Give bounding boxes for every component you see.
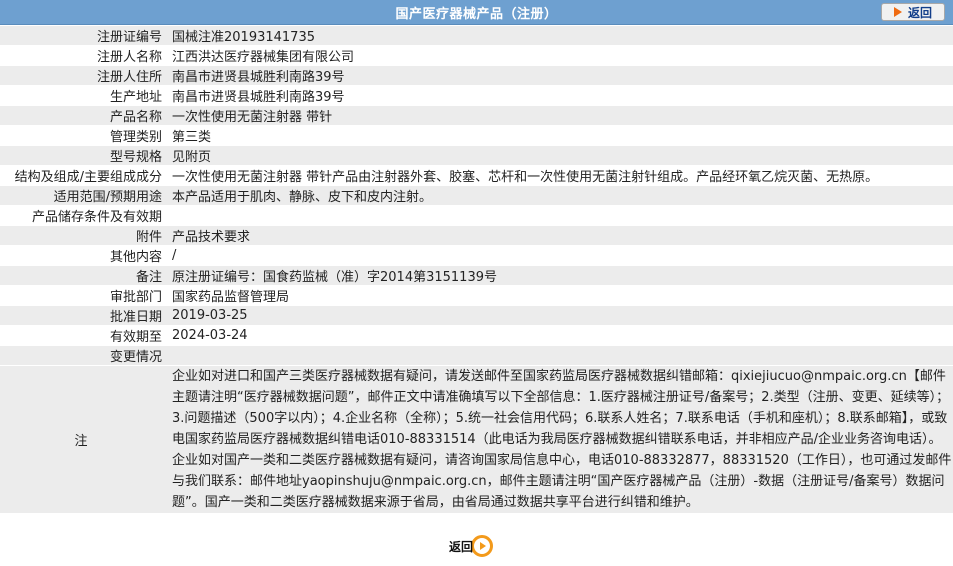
field-label: 审批部门 xyxy=(0,286,166,305)
table-row: 结构及组成/主要组成成分 一次性使用无菌注射器 带针产品由注射器外套、胶塞、芯杆… xyxy=(0,166,953,185)
note-text: 企业如对进口和国产三类医疗器械数据有疑问，请发送邮件至国家药监局医疗器械数据纠错… xyxy=(166,366,953,513)
title-bar: 国产医疗器械产品（注册） 返回 xyxy=(0,0,953,25)
table-row: 产品储存条件及有效期 xyxy=(0,206,953,225)
field-value: 南昌市进贤县城胜利南路39号 xyxy=(166,86,953,105)
field-value: 见附页 xyxy=(166,146,953,165)
table-row: 其他内容 / xyxy=(0,246,953,265)
table-row: 附件 产品技术要求 xyxy=(0,226,953,245)
table-row: 型号规格 见附页 xyxy=(0,146,953,165)
back-circle-icon xyxy=(471,535,494,557)
field-value: 一次性使用无菌注射器 带针 xyxy=(166,106,953,125)
field-label: 附件 xyxy=(0,226,166,245)
field-label: 注册人住所 xyxy=(0,66,166,85)
field-value xyxy=(166,346,953,365)
field-value: 本产品适用于肌肉、静脉、皮下和皮内注射。 xyxy=(166,186,953,205)
table-row: 审批部门 国家药品监督管理局 xyxy=(0,286,953,305)
field-label: 变更情况 xyxy=(0,346,166,365)
field-value: 国家药品监督管理局 xyxy=(166,286,953,305)
field-label: 型号规格 xyxy=(0,146,166,165)
field-label: 注册人名称 xyxy=(0,46,166,65)
table-row: 产品名称 一次性使用无菌注射器 带针 xyxy=(0,106,953,125)
back-button-bottom-label: 返回 xyxy=(449,539,474,554)
field-label: 其他内容 xyxy=(0,246,166,265)
field-label: 结构及组成/主要组成成分 xyxy=(0,166,166,185)
arrow-right-icon xyxy=(893,7,902,17)
table-row: 变更情况 xyxy=(0,346,953,365)
field-value: 2019-03-25 xyxy=(166,306,953,325)
back-button-top-label: 返回 xyxy=(907,5,932,20)
field-label: 产品储存条件及有效期 xyxy=(0,206,166,225)
registration-detail-page: 国产医疗器械产品（注册） 返回 注册证编号 国械注准20193141735 注册… xyxy=(0,0,953,566)
page-title: 国产医疗器械产品（注册） xyxy=(395,6,558,22)
registration-info-table: 注册证编号 国械注准20193141735 注册人名称 江西洪达医疗器械集团有限… xyxy=(0,25,953,514)
field-label: 适用范围/预期用途 xyxy=(0,186,166,205)
note-label: 注 xyxy=(0,366,166,513)
field-value: 产品技术要求 xyxy=(166,226,953,245)
table-row: 注册人住所 南昌市进贤县城胜利南路39号 xyxy=(0,66,953,85)
table-row: 适用范围/预期用途 本产品适用于肌肉、静脉、皮下和皮内注射。 xyxy=(0,186,953,205)
back-button-top[interactable]: 返回 xyxy=(881,3,945,21)
field-value: 国械注准20193141735 xyxy=(166,26,953,45)
field-label: 备注 xyxy=(0,266,166,285)
note-row: 注 企业如对进口和国产三类医疗器械数据有疑问，请发送邮件至国家药监局医疗器械数据… xyxy=(0,366,953,513)
table-row: 管理类别 第三类 xyxy=(0,126,953,145)
field-value: 2024-03-24 xyxy=(166,326,953,345)
field-value: 原注册证编号：国食药监械（准）字2014第3151139号 xyxy=(166,266,953,285)
field-label: 管理类别 xyxy=(0,126,166,145)
table-row: 批准日期 2019-03-25 xyxy=(0,306,953,325)
field-label: 产品名称 xyxy=(0,106,166,125)
field-value: 江西洪达医疗器械集团有限公司 xyxy=(166,46,953,65)
field-label: 有效期至 xyxy=(0,326,166,345)
table-row: 注册人名称 江西洪达医疗器械集团有限公司 xyxy=(0,46,953,65)
table-row: 注册证编号 国械注准20193141735 xyxy=(0,26,953,45)
field-label: 批准日期 xyxy=(0,306,166,325)
field-value: 第三类 xyxy=(166,126,953,145)
field-label: 生产地址 xyxy=(0,86,166,105)
field-value: / xyxy=(166,246,953,265)
table-row: 有效期至 2024-03-24 xyxy=(0,326,953,345)
field-value: 南昌市进贤县城胜利南路39号 xyxy=(166,66,953,85)
table-row: 备注 原注册证编号：国食药监械（准）字2014第3151139号 xyxy=(0,266,953,285)
field-label: 注册证编号 xyxy=(0,26,166,45)
back-button-bottom[interactable]: 返回 xyxy=(449,533,497,559)
field-value xyxy=(166,206,953,225)
field-value: 一次性使用无菌注射器 带针产品由注射器外套、胶塞、芯杆和一次性使用无菌注射针组成… xyxy=(166,166,953,185)
table-row: 生产地址 南昌市进贤县城胜利南路39号 xyxy=(0,86,953,105)
